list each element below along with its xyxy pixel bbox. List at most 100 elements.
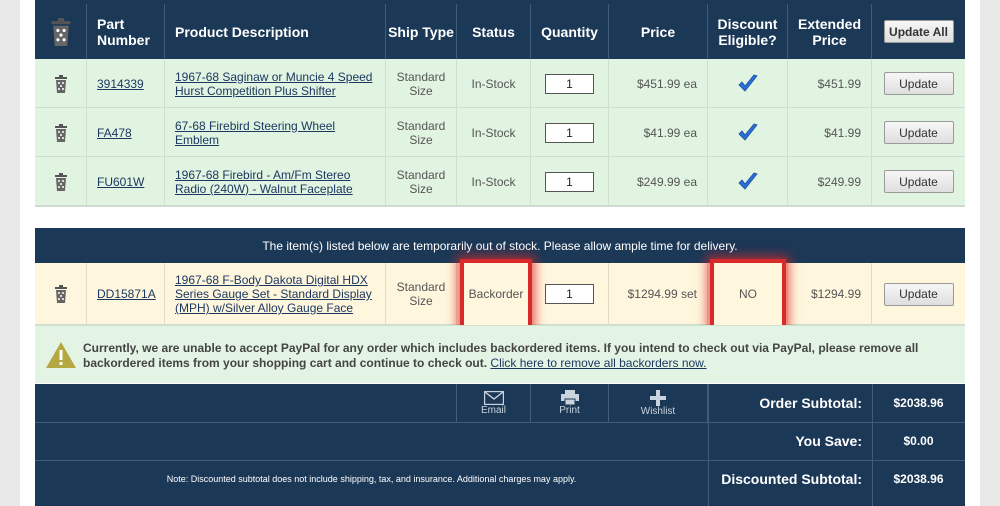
quantity-cell: 1 — [531, 108, 609, 157]
row-divider — [35, 206, 965, 207]
subtotal-note: Note: Discounted subtotal does not inclu… — [166, 474, 577, 484]
discount-cell: NO — [708, 259, 788, 329]
update-cell: Update — [872, 157, 965, 206]
part-number-cell: FA478 — [87, 108, 165, 157]
discounted-subtotal-label: Discounted Subtotal: — [721, 471, 862, 487]
extended-price-cell: $451.99 — [788, 59, 872, 108]
discount-cell — [708, 157, 788, 206]
discount-cell — [708, 59, 788, 108]
wishlist-label: Wishlist — [640, 405, 676, 417]
extended-price-cell: $249.99 — [788, 157, 872, 206]
checkmark-icon — [738, 172, 757, 189]
cart-footer: Email Print Wishlist Order Subtotal: $20… — [35, 384, 965, 506]
description-cell: 67-68 Firebird Steering Wheel Emblem — [165, 108, 386, 157]
remove-cell — [35, 108, 87, 157]
part-number-link[interactable]: FU601W — [97, 175, 144, 189]
quantity-input[interactable]: 1 — [545, 122, 594, 143]
trash-icon[interactable] — [54, 285, 68, 303]
envelope-icon — [483, 390, 504, 405]
status-cell: In-Stock — [457, 59, 531, 108]
price-cell: $451.99 ea — [609, 59, 708, 108]
product-link[interactable]: 1967-68 Saginaw or Muncie 4 Speed Hurst … — [175, 70, 377, 98]
update-cell: Update — [872, 108, 965, 157]
update-all-button[interactable]: Update All — [883, 20, 954, 43]
paypal-warning: Currently, we are unable to accept PayPa… — [35, 325, 965, 383]
email-button[interactable]: Email — [456, 384, 531, 422]
header-update-all-cell: Update All — [872, 4, 965, 59]
cart-header: Part Number Product Description Ship Typ… — [35, 4, 965, 59]
part-number-link[interactable]: 3914339 — [97, 77, 144, 91]
remove-backorders-link[interactable]: Click here to remove all backorders now. — [490, 356, 706, 370]
print-label: Print — [559, 405, 580, 416]
extended-price-cell: $1294.99 — [788, 263, 872, 325]
header-price: Price — [609, 4, 708, 59]
product-link[interactable]: 1967-68 Firebird - Am/Fm Stereo Radio (2… — [175, 168, 377, 196]
ship-type-cell: Standard Size — [386, 263, 457, 325]
wishlist-button[interactable]: Wishlist — [609, 384, 708, 422]
status-highlight: Backorder — [460, 259, 532, 329]
product-link[interactable]: 67-68 Firebird Steering Wheel Emblem — [175, 119, 377, 147]
trash-icon[interactable] — [54, 74, 68, 93]
quantity-input[interactable]: 1 — [545, 73, 594, 94]
header-discount-eligible: Discount Eligible? — [708, 4, 788, 59]
update-cell: Update — [872, 263, 965, 325]
price-cell: $249.99 ea — [609, 157, 708, 206]
remove-cell — [35, 263, 87, 325]
table-row: FU601W 1967-68 Firebird - Am/Fm Stereo Ra… — [35, 157, 965, 206]
header-status: Status — [457, 4, 531, 59]
trash-header-icon — [51, 17, 70, 46]
quantity-cell: 1 — [531, 263, 609, 325]
you-save-label: You Save: — [795, 433, 862, 449]
part-number-link[interactable]: FA478 — [97, 126, 132, 140]
header-extended-price: Extended Price — [788, 4, 872, 59]
header-product-description: Product Description — [165, 4, 386, 59]
remove-cell — [35, 59, 87, 108]
update-cell: Update — [872, 59, 965, 108]
quantity-cell: 1 — [531, 157, 609, 206]
price-cell: $41.99 ea — [609, 108, 708, 157]
backorder-notice: The item(s) listed below are temporarily… — [35, 228, 965, 263]
status-cell: In-Stock — [457, 108, 531, 157]
order-subtotal-value: $2038.96 — [893, 396, 944, 410]
quantity-input[interactable]: 1 — [545, 284, 594, 304]
extended-price-cell: $41.99 — [788, 108, 872, 157]
update-button[interactable]: Update — [883, 170, 954, 193]
print-button[interactable]: Print — [531, 384, 609, 422]
header-quantity: Quantity — [531, 4, 609, 59]
order-subtotal-label: Order Subtotal: — [759, 395, 862, 411]
header-ship-type: Ship Type — [386, 4, 457, 59]
table-row: DD15871A 1967-68 F-Body Dakota Digital HD… — [35, 259, 965, 329]
ship-type-cell: Standard Size — [386, 108, 457, 157]
status-cell: Backorder — [457, 259, 532, 329]
discount-highlight: NO — [710, 259, 786, 329]
part-number-cell: 3914339 — [87, 59, 165, 108]
warning-icon — [46, 342, 76, 368]
trash-icon[interactable] — [54, 172, 68, 191]
price-cell: $1294.99 set — [609, 263, 708, 325]
table-row: 3914339 1967-68 Saginaw or Muncie 4 Speed… — [35, 59, 965, 108]
part-number-link[interactable]: DD15871A — [97, 287, 156, 301]
you-save-value: $0.00 — [903, 434, 934, 448]
description-cell: 1967-68 Firebird - Am/Fm Stereo Radio (2… — [165, 157, 386, 206]
checkmark-icon — [738, 123, 757, 140]
header-trash — [35, 4, 87, 59]
plus-icon — [650, 389, 666, 406]
trash-icon[interactable] — [54, 123, 68, 142]
quantity-cell: 1 — [531, 59, 609, 108]
ship-type-cell: Standard Size — [386, 59, 457, 108]
description-cell: 1967-68 Saginaw or Muncie 4 Speed Hurst … — [165, 59, 386, 108]
update-button[interactable]: Update — [883, 282, 954, 306]
product-link[interactable]: 1967-68 F-Body Dakota Digital HDX Series… — [175, 273, 377, 315]
update-button[interactable]: Update — [883, 121, 954, 144]
cart-panel: Part Number Product Description Ship Typ… — [20, 0, 980, 506]
description-cell: 1967-68 F-Body Dakota Digital HDX Series… — [165, 263, 386, 325]
printer-icon — [560, 390, 579, 405]
remove-cell — [35, 157, 87, 206]
quantity-input[interactable]: 1 — [545, 171, 594, 192]
paypal-warning-text: Currently, we are unable to accept PayPa… — [83, 341, 953, 371]
part-number-cell: FU601W — [87, 157, 165, 206]
part-number-cell: DD15871A — [87, 263, 165, 325]
update-button[interactable]: Update — [883, 72, 954, 95]
checkmark-icon — [738, 74, 757, 91]
ship-type-cell: Standard Size — [386, 157, 457, 206]
